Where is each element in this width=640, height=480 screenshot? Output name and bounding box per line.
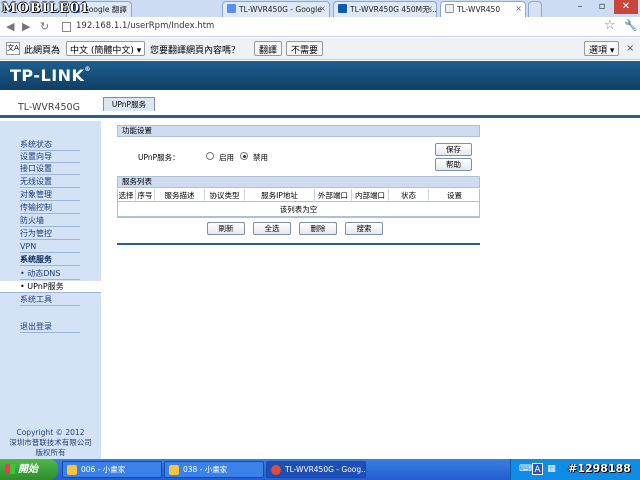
language-select[interactable]: 中文 (簡體中文) ▾: [66, 41, 146, 56]
close-icon[interactable]: ×: [626, 43, 634, 54]
model-bar: [0, 90, 640, 118]
search-button[interactable]: 搜索: [345, 222, 383, 235]
main-content: [101, 121, 640, 459]
no-thanks-button[interactable]: 不需要: [286, 41, 324, 56]
function-settings-header: 功能设置: [117, 125, 480, 137]
sidebar-subitem-upnp[interactable]: • UPnP服务: [0, 281, 101, 293]
sidebar-item-system-services[interactable]: 系统服务: [20, 254, 80, 266]
browser-tab-active[interactable]: TL-WVR450 ×: [440, 1, 526, 17]
sidebar-item-logout[interactable]: 退出登录: [20, 321, 80, 333]
sidebar-item[interactable]: 系统工具: [20, 294, 80, 306]
google-icon: [227, 4, 236, 13]
column-header: 选择: [117, 189, 136, 202]
tplink-logo: TP-LINK®: [10, 66, 91, 85]
back-icon[interactable]: ◀: [6, 20, 14, 33]
sidebar-item[interactable]: VPN: [20, 241, 80, 253]
forward-icon[interactable]: ▶: [22, 20, 30, 33]
help-button[interactable]: 帮助: [435, 158, 472, 171]
close-icon[interactable]: ×: [515, 4, 522, 13]
select-all-button[interactable]: 全选: [253, 222, 291, 235]
page-icon: [62, 22, 71, 32]
column-header: 协议类型: [205, 189, 245, 202]
watermark-logo: MOBILE01: [2, 1, 90, 16]
tab-upnp[interactable]: UPnP服务: [103, 97, 155, 111]
taskbar: 開始 006 - 小畫家 038 - 小畫家 TL-WVR450G - Goog…: [0, 459, 640, 480]
browser-tabstrip: Google 翻譯 TL-WVR450G - Google × TL-WVR450…: [0, 0, 640, 17]
options-button[interactable]: 選項 ▾: [584, 41, 620, 56]
taskbar-item[interactable]: 006 - 小畫家: [62, 461, 162, 478]
tab-label: TL-WVR450G 450M无...: [350, 5, 437, 14]
column-header: 服务IP地址: [245, 189, 315, 202]
tplink-icon: [338, 4, 347, 13]
sidebar-item[interactable]: 行为管控: [20, 228, 80, 240]
translate-prefix: 此網頁為: [24, 46, 61, 56]
sidebar: 系统状态 设置向导 接口设置 无线设置 对象管理 传输控制 防火墙 行为管控 V…: [0, 121, 101, 459]
bookmark-star-icon[interactable]: ☆: [604, 18, 616, 33]
watermark-id: #1298188: [568, 462, 631, 475]
maximize-icon[interactable]: ▫: [592, 0, 612, 14]
keyboard-icon[interactable]: ⌨: [519, 463, 532, 475]
taskbar-item[interactable]: 038 - 小畫家: [164, 461, 264, 478]
model-name: TL-WVR450G: [18, 102, 80, 113]
chrome-icon: [271, 465, 281, 475]
service-list-header: 服务列表: [117, 176, 480, 188]
sidebar-item[interactable]: 系统状态: [20, 139, 80, 151]
language-indicator[interactable]: A: [532, 463, 543, 475]
brand-header: TP-LINK®: [0, 61, 640, 90]
column-header: 状态: [389, 189, 429, 202]
column-header: 序号: [136, 189, 155, 202]
sidebar-item[interactable]: 无线设置: [20, 176, 80, 188]
browser-toolbar: ◀ ▶ ↻ 192.168.1.1/userRpm/Index.htm ☆ 🔧: [0, 17, 640, 37]
new-tab-button[interactable]: [528, 1, 542, 17]
copyright-line: Copyright © 2012: [16, 428, 85, 437]
sidebar-item[interactable]: 对象管理: [20, 189, 80, 201]
page-icon: [445, 4, 454, 13]
translate-button[interactable]: 翻譯: [254, 41, 283, 56]
enable-label: 启用: [219, 153, 234, 162]
disable-radio[interactable]: [240, 152, 248, 160]
translate-question: 您要翻譯網頁內容嗎？: [150, 46, 241, 56]
service-table-header: 选择 序号 服务描述 协议类型 服务IP地址 外部端口 内部端口 状态 设置: [117, 189, 480, 202]
column-header: 外部端口: [315, 189, 352, 202]
taskbar-item-active[interactable]: TL-WVR450G - Goog...: [266, 461, 366, 478]
copyright-line: 版权所有: [35, 448, 66, 457]
start-button[interactable]: 開始: [0, 459, 58, 480]
browser-tab[interactable]: TL-WVR450G - Google ×: [222, 1, 330, 17]
reload-icon[interactable]: ↻: [40, 20, 49, 33]
network-icon[interactable]: ▦: [546, 463, 557, 475]
divider: [117, 243, 480, 245]
address-bar[interactable]: 192.168.1.1/userRpm/Index.htm: [76, 21, 214, 31]
wrench-icon[interactable]: 🔧: [624, 19, 638, 32]
column-header: 内部端口: [352, 189, 389, 202]
sidebar-subitem-ddns[interactable]: • 动态DNS: [20, 268, 80, 280]
close-window-icon[interactable]: ✕: [614, 0, 638, 14]
column-header: 设置: [447, 191, 462, 200]
paint-icon: [67, 465, 77, 475]
browser-tab[interactable]: TL-WVR450G 450M无... ×: [333, 1, 437, 17]
tab-label: TL-WVR450: [457, 5, 501, 14]
enable-radio[interactable]: [206, 152, 214, 160]
disable-label: 禁用: [253, 153, 268, 162]
translate-bar: 文A 此網頁為 中文 (簡體中文) ▾ 您要翻譯網頁內容嗎？ 翻譯 不需要 選項…: [0, 38, 640, 60]
minimize-icon[interactable]: –: [570, 0, 590, 14]
close-icon[interactable]: ×: [319, 4, 326, 13]
empty-table-message: 该列表为空: [117, 203, 480, 217]
upnp-label: UPnP服务：: [138, 153, 180, 162]
sidebar-item[interactable]: 设置向导: [20, 151, 80, 163]
translate-icon: 文A: [6, 42, 20, 55]
refresh-button[interactable]: 刷新: [207, 222, 245, 235]
column-header: 服务描述: [155, 189, 205, 202]
save-button[interactable]: 保存: [435, 143, 472, 156]
windows-flag-icon: [5, 464, 15, 474]
delete-button[interactable]: 删除: [299, 222, 337, 235]
close-icon[interactable]: ×: [426, 4, 433, 13]
paint-icon: [169, 465, 179, 475]
copyright-line: 深圳市普联技术有限公司: [9, 438, 92, 447]
sidebar-item[interactable]: 接口设置: [20, 163, 80, 175]
sidebar-item[interactable]: 防火墙: [20, 215, 80, 227]
sidebar-item[interactable]: 传输控制: [20, 202, 80, 214]
tab-label: TL-WVR450G - Google: [239, 5, 322, 14]
